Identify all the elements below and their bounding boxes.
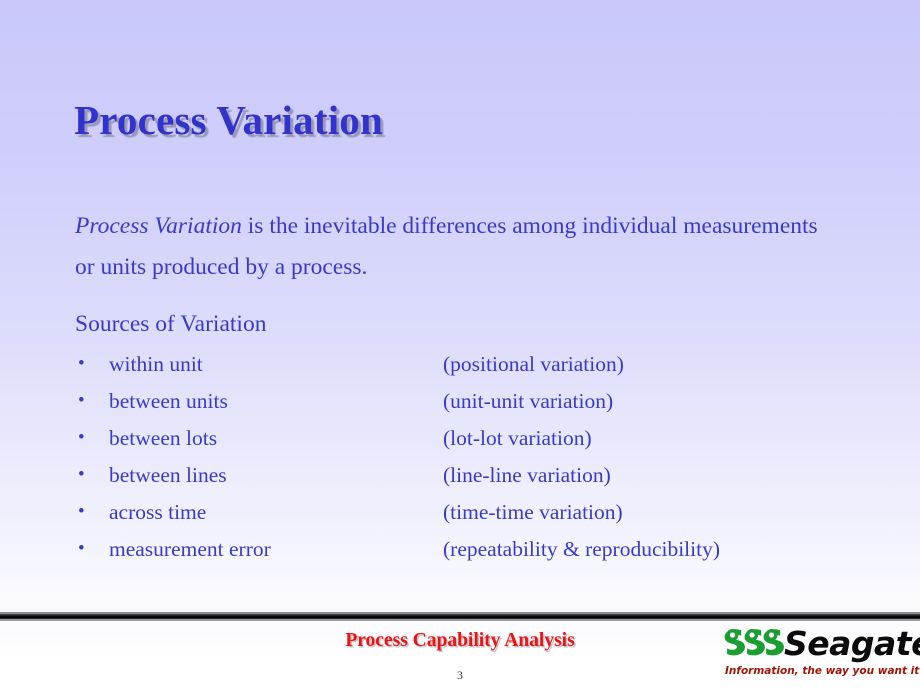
bullet-icon: • bbox=[78, 427, 85, 448]
list-item-label: between units bbox=[109, 389, 228, 413]
bullet-icon: • bbox=[78, 353, 85, 374]
divider-line-bottom bbox=[0, 619, 920, 621]
list-item-note: (repeatability & reproducibility) bbox=[443, 537, 721, 561]
list-item: • between units (unit-unit variation) bbox=[75, 387, 865, 424]
seagate-wave-icon bbox=[724, 629, 784, 656]
list-item: • within unit (positional variation) bbox=[75, 350, 865, 387]
list-item: • between lots (lot-lot variation) bbox=[75, 424, 865, 461]
list-item-label: between lines bbox=[109, 463, 227, 487]
definition-term: Process Variation bbox=[75, 213, 242, 239]
list-item-label: between lots bbox=[109, 426, 218, 450]
bullet-icon: • bbox=[78, 464, 85, 485]
sources-list: • within unit (positional variation) • b… bbox=[75, 350, 865, 572]
seagate-logo: Seagate Information, the way you want it bbox=[722, 624, 920, 684]
list-item: • measurement error (repeatability & rep… bbox=[75, 535, 865, 572]
bullet-icon: • bbox=[78, 390, 85, 411]
bullet-icon: • bbox=[78, 538, 85, 559]
list-item-note: (line-line variation) bbox=[443, 463, 611, 487]
definition-paragraph: Process Variation is the inevitable diff… bbox=[75, 206, 835, 288]
list-item-label: across time bbox=[109, 500, 207, 524]
bullet-icon: • bbox=[78, 501, 85, 522]
footer-divider bbox=[0, 612, 920, 621]
list-item-label: measurement error bbox=[109, 537, 271, 561]
seagate-tagline: Information, the way you want it bbox=[725, 665, 920, 677]
list-item-note: (lot-lot variation) bbox=[443, 426, 592, 450]
slide-canvas: Process Variation Process Variation is t… bbox=[0, 0, 920, 690]
list-item-label: within unit bbox=[109, 352, 203, 376]
list-item-note: (time-time variation) bbox=[443, 500, 623, 524]
sources-heading: Sources of Variation bbox=[75, 311, 267, 337]
list-item-note: (positional variation) bbox=[443, 352, 624, 376]
page-title: Process Variation bbox=[74, 97, 383, 143]
seagate-wordmark: Seagate bbox=[784, 624, 920, 663]
list-item: • between lines (line-line variation) bbox=[75, 461, 865, 498]
list-item: • across time (time-time variation) bbox=[75, 498, 865, 535]
list-item-note: (unit-unit variation) bbox=[443, 389, 614, 413]
